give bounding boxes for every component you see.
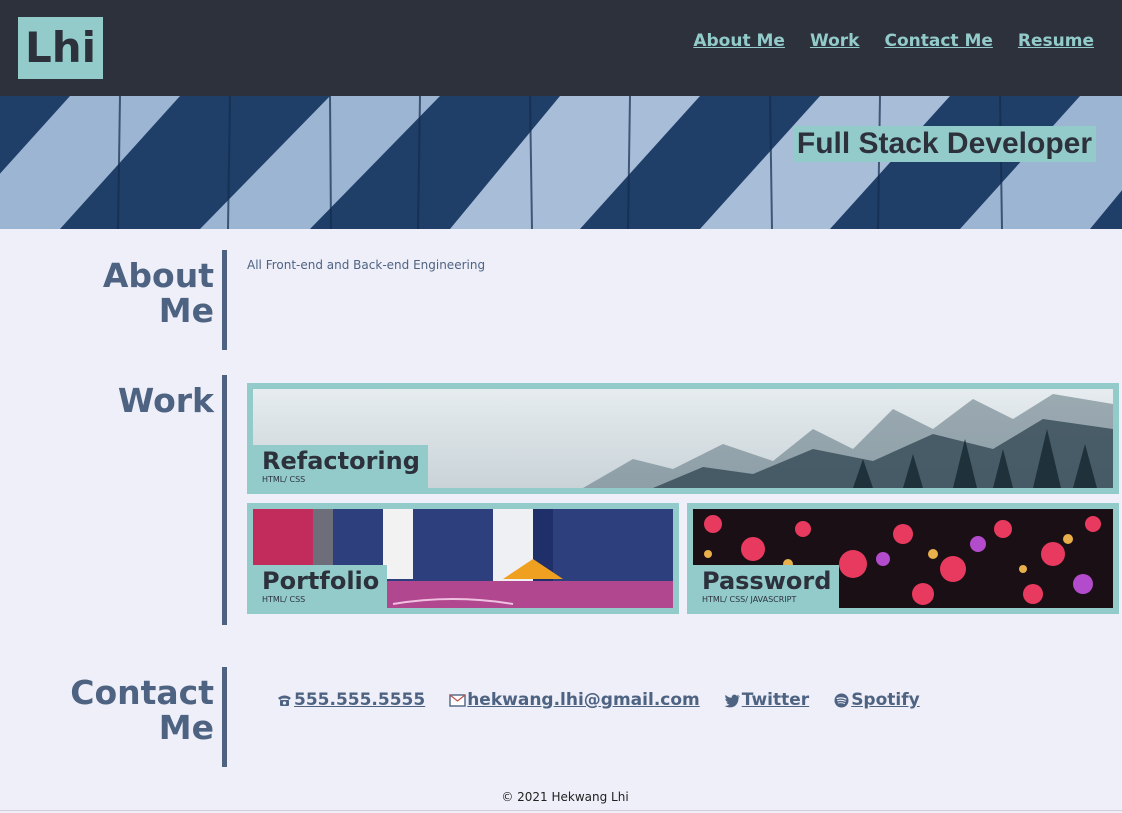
nav-link-work[interactable]: Work [810, 31, 860, 51]
spotify-icon [834, 693, 849, 707]
nav-link-about[interactable]: About Me [693, 31, 785, 51]
work-divider [222, 375, 227, 625]
project-card-portfolio[interactable]: Portfolio HTML/ CSS [247, 503, 679, 614]
footer-copyright: © 2021 Hekwang Lhi [501, 790, 629, 804]
nav-link-contact[interactable]: Contact Me [884, 31, 992, 51]
about-heading-line2: Me [158, 291, 214, 330]
main-nav: About Me Work Contact Me Resume [693, 31, 1094, 51]
project-tech: HTML/ CSS [262, 475, 306, 484]
spotify-link[interactable]: Spotify [833, 690, 920, 710]
project-name: Password [702, 567, 832, 595]
contact-heading-line2: Me [158, 708, 214, 747]
site-logo[interactable]: Lhi [18, 17, 103, 79]
project-tech: HTML/ CSS/ JAVASCRIPT [702, 595, 797, 604]
contact-heading-line1: Contact [70, 673, 214, 712]
project-label: Portfolio HTML/ CSS [253, 565, 388, 608]
contact-heading: Contact Me [70, 675, 214, 745]
email-link[interactable]: hekwang.lhi@gmail.com [449, 690, 700, 710]
project-name: Refactoring [262, 447, 420, 475]
phone-number: 555.555.5555 [294, 690, 426, 710]
about-heading-line1: About [102, 256, 214, 295]
twitter-icon [724, 694, 740, 707]
twitter-link[interactable]: Twitter [724, 690, 809, 710]
about-text: All Front-end and Back-end Engineering [247, 258, 486, 272]
email-address: hekwang.lhi@gmail.com [467, 690, 700, 710]
twitter-label: Twitter [741, 690, 810, 710]
site-header: Lhi About Me Work Contact Me Resume [0, 0, 1122, 96]
phone-link[interactable]: 555.555.5555 [276, 690, 425, 710]
phone-icon [278, 695, 291, 706]
spotify-label: Spotify [851, 690, 920, 710]
footer-divider [0, 810, 1122, 811]
nav-link-resume[interactable]: Resume [1018, 31, 1094, 51]
project-label: Refactoring HTML/ CSS [253, 445, 428, 488]
contact-links: 555.555.5555 hekwang.lhi@gmail.com Twitt… [276, 690, 920, 710]
hero-banner: Full Stack Developer [0, 96, 1122, 229]
work-heading: Work [117, 381, 214, 420]
project-tech: HTML/ CSS [262, 595, 306, 604]
project-card-password[interactable]: Password HTML/ CSS/ JAVASCRIPT [687, 503, 1119, 614]
project-name: Portfolio [262, 567, 380, 595]
project-label: Password HTML/ CSS/ JAVASCRIPT [693, 565, 840, 608]
email-icon [449, 693, 466, 707]
about-heading: About Me [103, 258, 214, 328]
hero-background-image [0, 96, 1122, 229]
about-divider [222, 250, 227, 350]
hero-title: Full Stack Developer [792, 126, 1096, 162]
project-card-refactoring[interactable]: Refactoring HTML/ CSS [247, 383, 1119, 494]
contact-divider [222, 667, 227, 767]
